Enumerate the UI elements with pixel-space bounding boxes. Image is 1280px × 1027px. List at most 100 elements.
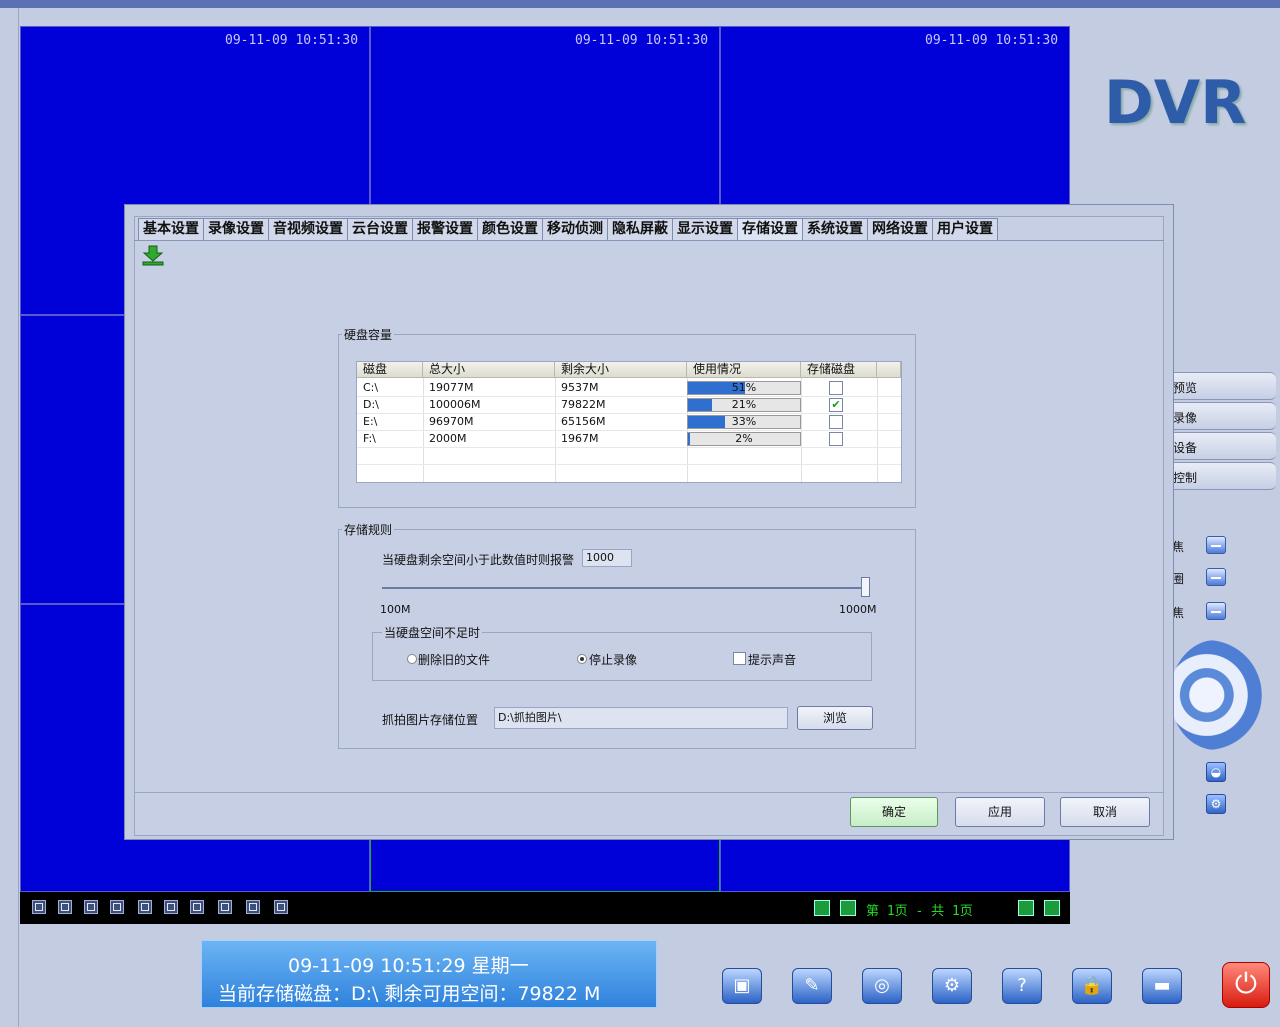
footer-divider xyxy=(134,792,1164,793)
snapshot-icon[interactable]: ▣ xyxy=(722,968,762,1004)
stop-recording-label: 停止录像 xyxy=(589,653,638,667)
storage-disk-checkbox[interactable]: ✔ xyxy=(829,398,843,412)
fullscreen-icon[interactable] xyxy=(274,900,288,914)
disk-total: 96970M xyxy=(429,415,474,428)
tab-alarm[interactable]: 报警设置 xyxy=(412,218,478,240)
usage-bar: 33% xyxy=(687,415,801,429)
layout-8-icon[interactable] xyxy=(110,900,124,914)
delete-old-files-radio[interactable] xyxy=(407,654,417,664)
usage-bar: 51% xyxy=(687,381,801,395)
status-disk-info: 当前存储磁盘：D:\ 剩余可用空间：79822 M xyxy=(218,983,601,1005)
tab-system[interactable]: 系统设置 xyxy=(802,218,868,240)
settings-small-icon[interactable]: ⚙ xyxy=(1206,794,1226,814)
layout-10-icon[interactable] xyxy=(164,900,178,914)
snapshot-path-input[interactable]: D:\抓拍图片\ xyxy=(494,707,788,729)
disk-free: 79822M xyxy=(561,398,606,411)
disk-free: 9537M xyxy=(561,381,599,394)
video-timestamp: 09-11-09 10:51:30 xyxy=(225,33,359,48)
help-icon[interactable]: ? xyxy=(1002,968,1042,1004)
video-timestamp: 09-11-09 10:51:30 xyxy=(925,33,1059,48)
lock-icon[interactable]: 🔒 xyxy=(1072,968,1112,1004)
storage-disk-checkbox[interactable] xyxy=(829,432,843,446)
insufficient-space-title: 当硬盘空间不足时 xyxy=(382,624,483,641)
top-border xyxy=(0,0,1280,8)
settings-tabs: 基本设置 录像设置 音视频设置 云台设置 报警设置 颜色设置 移动侦测 隐私屏蔽… xyxy=(138,218,998,240)
col-total: 总大小 xyxy=(423,362,555,378)
tab-privacy[interactable]: 隐私屏蔽 xyxy=(607,218,673,240)
tab-motion[interactable]: 移动侦测 xyxy=(542,218,608,240)
threshold-slider-thumb[interactable] xyxy=(861,577,870,597)
minimize-icon[interactable]: ▬ xyxy=(1142,968,1182,1004)
storage-disk-checkbox[interactable] xyxy=(829,415,843,429)
disk-name: E:\ xyxy=(363,415,378,428)
next-page-icon[interactable] xyxy=(1018,900,1034,916)
refresh-icon[interactable] xyxy=(1044,900,1060,916)
cancel-button[interactable]: 取消 xyxy=(1060,797,1150,827)
col-free: 剩余大小 xyxy=(555,362,687,378)
sound-prompt-checkbox[interactable] xyxy=(733,652,746,665)
usage-label: 51% xyxy=(731,381,757,394)
layout-13-icon[interactable] xyxy=(190,900,204,914)
tab-audio-video[interactable]: 音视频设置 xyxy=(268,218,348,240)
tab-display[interactable]: 显示设置 xyxy=(672,218,738,240)
layout-16-icon[interactable] xyxy=(218,900,232,914)
ok-button[interactable]: 确定 xyxy=(850,797,938,827)
nav-preview[interactable]: 预览 xyxy=(1170,372,1276,400)
layout-25-icon[interactable] xyxy=(246,900,260,914)
tab-ptz[interactable]: 云台设置 xyxy=(347,218,413,240)
slider-max-label: 1000M xyxy=(839,603,877,616)
edit-icon[interactable]: ✎ xyxy=(792,968,832,1004)
layout-6-icon[interactable] xyxy=(84,900,98,914)
layout-4-icon[interactable] xyxy=(58,900,72,914)
storage-disk-checkbox[interactable] xyxy=(829,381,843,395)
tab-divider xyxy=(134,240,1164,241)
alarm-threshold-input[interactable]: 1000 xyxy=(582,549,632,567)
nav-control[interactable]: 控制 xyxy=(1170,462,1276,490)
playback-icon[interactable]: ◎ xyxy=(862,968,902,1004)
usage-bar: 2% xyxy=(687,432,801,446)
zoom-minus-button[interactable] xyxy=(1206,602,1226,620)
tab-record[interactable]: 录像设置 xyxy=(203,218,269,240)
disk-free: 65156M xyxy=(561,415,606,428)
stop-recording-radio[interactable] xyxy=(577,654,587,664)
browse-button[interactable]: 浏览 xyxy=(797,706,873,730)
tab-color[interactable]: 颜色设置 xyxy=(477,218,543,240)
disk-total: 19077M xyxy=(429,381,474,394)
disk-name: F:\ xyxy=(363,432,376,445)
focus-minus-button[interactable] xyxy=(1206,536,1226,554)
prev-page-icon[interactable] xyxy=(814,900,830,916)
alarm-threshold-label: 当硬盘剩余空间小于此数值时则报警 xyxy=(382,553,575,567)
tab-storage[interactable]: 存储设置 xyxy=(737,218,803,240)
disk-name: C:\ xyxy=(363,381,379,394)
delete-old-files-label: 删除旧的文件 xyxy=(418,653,491,667)
usage-label: 33% xyxy=(731,415,757,428)
col-disk: 磁盘 xyxy=(357,362,423,378)
tab-basic[interactable]: 基本设置 xyxy=(138,218,204,240)
nav-device[interactable]: 设备 xyxy=(1170,432,1276,460)
disk-name: D:\ xyxy=(363,398,379,411)
sound-prompt-label: 提示声音 xyxy=(748,653,797,667)
col-usage: 使用情况 xyxy=(687,362,801,378)
left-strip xyxy=(0,8,19,1027)
power-icon[interactable]: ⏻ xyxy=(1222,962,1270,1008)
tab-user[interactable]: 用户设置 xyxy=(932,218,998,240)
threshold-slider-track[interactable] xyxy=(382,587,870,589)
tab-network[interactable]: 网络设置 xyxy=(867,218,933,240)
settings-icon[interactable]: ⚙ xyxy=(932,968,972,1004)
wifi-icon[interactable]: ◒ xyxy=(1206,762,1226,782)
nav-record[interactable]: 录像 xyxy=(1170,402,1276,430)
status-datetime: 09-11-09 10:51:29 星期一 xyxy=(288,955,529,977)
layout-1-icon[interactable] xyxy=(32,900,46,914)
storage-rule-title: 存储规则 xyxy=(342,521,395,538)
slider-min-label: 100M xyxy=(380,603,411,616)
download-icon[interactable] xyxy=(141,244,165,266)
layout-9-icon[interactable] xyxy=(138,900,152,914)
disk-total: 2000M xyxy=(429,432,467,445)
usage-bar: 21% xyxy=(687,398,801,412)
disk-capacity-title: 硬盘容量 xyxy=(342,326,395,343)
iris-minus-button[interactable] xyxy=(1206,568,1226,586)
snapshot-path-label: 抓拍图片存储位置 xyxy=(382,713,479,727)
ptz-control-wheel[interactable] xyxy=(1170,640,1262,750)
prev-group-icon[interactable] xyxy=(840,900,856,916)
apply-button[interactable]: 应用 xyxy=(955,797,1045,827)
